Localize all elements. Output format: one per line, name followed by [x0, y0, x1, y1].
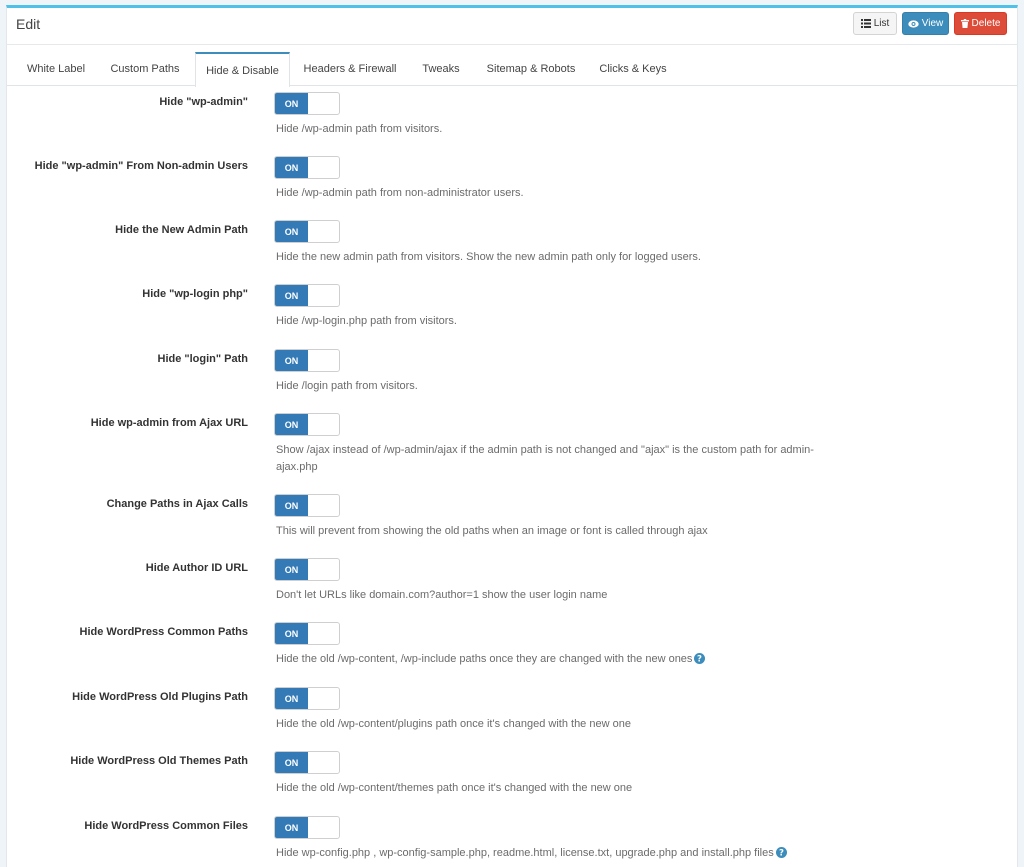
setting-label: Hide WordPress Old Themes Path [70, 755, 248, 767]
settings-tabs: White Label Custom Paths Hide & Disable … [7, 47, 1017, 87]
view-button[interactable]: View [902, 12, 949, 35]
tab-white-label[interactable]: White Label [16, 52, 96, 86]
delete-button[interactable]: Delete [954, 12, 1007, 35]
setting-description: Hide the old /wp-content/themes path onc… [276, 782, 633, 794]
toggle-switch[interactable]: ON [274, 156, 340, 179]
list-button-label: List [873, 18, 890, 29]
setting-description: Don't let URLs like domain.com?author=1 … [276, 589, 608, 601]
setting-description: Hide /wp-login.php path from visitors. [276, 315, 457, 327]
tab-custom-paths[interactable]: Custom Paths [102, 52, 188, 86]
toggle-on-label: ON [275, 285, 308, 306]
toggle-switch[interactable]: ON [274, 558, 340, 581]
eye-icon [908, 19, 919, 28]
list-button[interactable]: List [853, 12, 897, 35]
setting-label: Hide "wp-admin" From Non-admin Users [34, 160, 248, 172]
setting-label: Hide "wp-login php" [142, 288, 248, 300]
svg-text:?: ? [697, 655, 702, 664]
toggle-on-label: ON [275, 414, 308, 435]
setting-description: This will prevent from showing the old p… [276, 525, 708, 537]
list-icon [860, 19, 871, 28]
toggle-switch[interactable]: ON [274, 284, 340, 307]
toggle-switch[interactable]: ON [274, 92, 340, 115]
toggle-on-label: ON [275, 495, 308, 516]
toggle-on-label: ON [275, 350, 308, 371]
toggle-switch[interactable]: ON [274, 816, 340, 839]
tab-clicks-keys[interactable]: Clicks & Keys [592, 52, 674, 86]
toggle-switch[interactable]: ON [274, 349, 340, 372]
question-circle-icon[interactable]: ? [775, 847, 787, 864]
toggle-switch[interactable]: ON [274, 751, 340, 774]
setting-label: Hide the New Admin Path [115, 224, 248, 236]
toggle-switch[interactable]: ON [274, 687, 340, 710]
panel-header: Edit List View Delete [7, 8, 1017, 45]
setting-description-wrap: Hide the old /wp-content, /wp-include pa… [276, 651, 816, 670]
trash-icon [960, 19, 969, 28]
setting-description: Show /ajax instead of /wp-admin/ajax if … [276, 444, 814, 473]
setting-description: Hide /wp-admin path from visitors. [276, 123, 443, 135]
tab-sitemap-robots[interactable]: Sitemap & Robots [477, 52, 585, 86]
setting-label: Hide "wp-admin" [159, 96, 248, 108]
question-circle-icon[interactable]: ? [694, 653, 706, 670]
toggle-on-label: ON [275, 93, 308, 114]
setting-label: Hide Author ID URL [145, 562, 248, 574]
svg-text:?: ? [779, 849, 784, 858]
setting-description: Hide the old /wp-content/plugins path on… [276, 718, 631, 730]
setting-description: Hide /login path from visitors. [276, 380, 418, 392]
toggle-switch[interactable]: ON [274, 220, 340, 243]
toggle-on-label: ON [275, 817, 308, 838]
page-title: Edit [16, 16, 41, 32]
tab-tweaks[interactable]: Tweaks [412, 52, 470, 86]
setting-label: Hide WordPress Common Paths [79, 626, 249, 638]
toggle-on-label: ON [275, 221, 308, 242]
toggle-on-label: ON [275, 157, 308, 178]
setting-label: Hide WordPress Common Files [84, 820, 248, 832]
setting-description-wrap: Hide wp-config.php , wp-config-sample.ph… [276, 845, 816, 864]
toggle-switch[interactable]: ON [274, 622, 340, 645]
tab-headers-firewall[interactable]: Headers & Firewall [295, 52, 405, 86]
setting-description: Hide the old /wp-content, /wp-include pa… [276, 653, 693, 665]
view-button-label: View [921, 18, 944, 29]
toggle-on-label: ON [275, 688, 308, 709]
toggle-on-label: ON [275, 752, 308, 773]
setting-description: Hide the new admin path from visitors. S… [276, 251, 701, 263]
toggle-on-label: ON [275, 623, 308, 644]
toggle-on-label: ON [275, 559, 308, 580]
edit-panel: Edit List View Delete White Label Custom… [6, 5, 1018, 867]
delete-button-label: Delete [971, 18, 1001, 29]
setting-label: Change Paths in Ajax Calls [106, 498, 248, 510]
setting-label: Hide WordPress Old Plugins Path [72, 691, 248, 703]
tab-hide-disable[interactable]: Hide & Disable [195, 52, 290, 87]
toggle-switch[interactable]: ON [274, 413, 340, 436]
setting-description: Hide wp-config.php , wp-config-sample.ph… [276, 847, 774, 859]
toggle-switch[interactable]: ON [274, 494, 340, 517]
setting-label: Hide wp-admin from Ajax URL [90, 417, 248, 429]
setting-label: Hide "login" Path [157, 353, 249, 365]
setting-description: Hide /wp-admin path from non-administrat… [276, 187, 524, 199]
